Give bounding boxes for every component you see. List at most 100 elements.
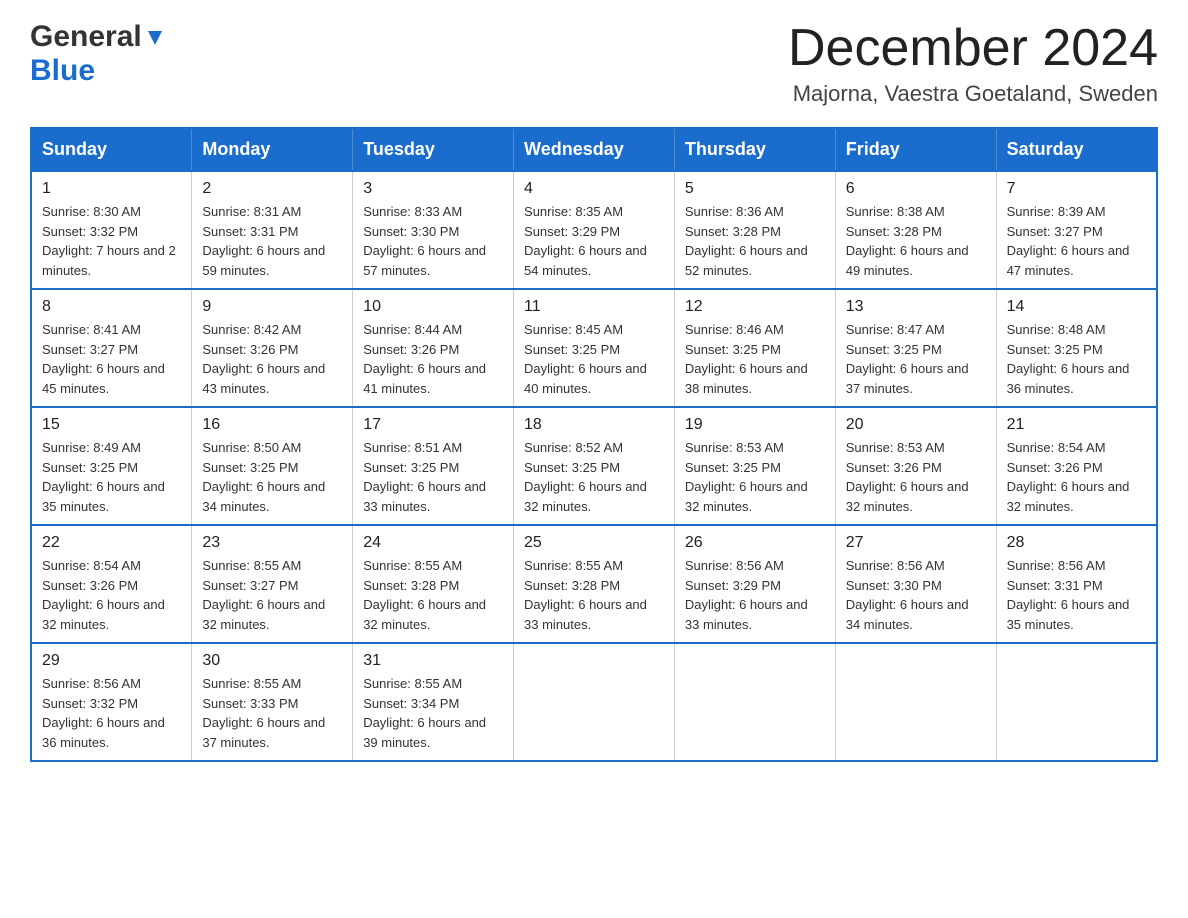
day-info: Sunrise: 8:50 AMSunset: 3:25 PMDaylight:… [202,438,342,516]
day-number: 17 [363,416,503,434]
day-number: 27 [846,534,986,552]
day-info: Sunrise: 8:38 AMSunset: 3:28 PMDaylight:… [846,202,986,280]
day-cell [835,643,996,761]
header-friday: Friday [835,128,996,171]
day-info: Sunrise: 8:49 AMSunset: 3:25 PMDaylight:… [42,438,181,516]
day-number: 12 [685,298,825,316]
day-cell: 1 Sunrise: 8:30 AMSunset: 3:32 PMDayligh… [31,171,192,289]
day-info: Sunrise: 8:51 AMSunset: 3:25 PMDaylight:… [363,438,503,516]
day-info: Sunrise: 8:55 AMSunset: 3:28 PMDaylight:… [363,556,503,634]
day-number: 28 [1007,534,1146,552]
day-info: Sunrise: 8:35 AMSunset: 3:29 PMDaylight:… [524,202,664,280]
logo-general-text: General [30,20,142,54]
day-number: 3 [363,180,503,198]
day-info: Sunrise: 8:55 AMSunset: 3:28 PMDaylight:… [524,556,664,634]
day-info: Sunrise: 8:30 AMSunset: 3:32 PMDaylight:… [42,202,181,280]
week-row-3: 15 Sunrise: 8:49 AMSunset: 3:25 PMDaylig… [31,407,1157,525]
day-info: Sunrise: 8:47 AMSunset: 3:25 PMDaylight:… [846,320,986,398]
day-info: Sunrise: 8:39 AMSunset: 3:27 PMDaylight:… [1007,202,1146,280]
day-cell: 25 Sunrise: 8:55 AMSunset: 3:28 PMDaylig… [514,525,675,643]
day-cell: 7 Sunrise: 8:39 AMSunset: 3:27 PMDayligh… [996,171,1157,289]
day-cell: 9 Sunrise: 8:42 AMSunset: 3:26 PMDayligh… [192,289,353,407]
day-cell [514,643,675,761]
day-number: 22 [42,534,181,552]
day-info: Sunrise: 8:56 AMSunset: 3:32 PMDaylight:… [42,674,181,752]
logo-triangle-icon [144,27,166,49]
day-number: 20 [846,416,986,434]
day-info: Sunrise: 8:55 AMSunset: 3:33 PMDaylight:… [202,674,342,752]
week-row-1: 1 Sunrise: 8:30 AMSunset: 3:32 PMDayligh… [31,171,1157,289]
day-number: 26 [685,534,825,552]
week-row-4: 22 Sunrise: 8:54 AMSunset: 3:26 PMDaylig… [31,525,1157,643]
title-area: December 2024 Majorna, Vaestra Goetaland… [788,20,1158,107]
day-info: Sunrise: 8:52 AMSunset: 3:25 PMDaylight:… [524,438,664,516]
day-info: Sunrise: 8:55 AMSunset: 3:27 PMDaylight:… [202,556,342,634]
day-cell: 14 Sunrise: 8:48 AMSunset: 3:25 PMDaylig… [996,289,1157,407]
day-info: Sunrise: 8:44 AMSunset: 3:26 PMDaylight:… [363,320,503,398]
day-cell: 17 Sunrise: 8:51 AMSunset: 3:25 PMDaylig… [353,407,514,525]
day-info: Sunrise: 8:56 AMSunset: 3:30 PMDaylight:… [846,556,986,634]
day-number: 15 [42,416,181,434]
day-info: Sunrise: 8:31 AMSunset: 3:31 PMDaylight:… [202,202,342,280]
day-info: Sunrise: 8:41 AMSunset: 3:27 PMDaylight:… [42,320,181,398]
day-number: 16 [202,416,342,434]
day-cell: 11 Sunrise: 8:45 AMSunset: 3:25 PMDaylig… [514,289,675,407]
day-cell: 24 Sunrise: 8:55 AMSunset: 3:28 PMDaylig… [353,525,514,643]
day-cell: 10 Sunrise: 8:44 AMSunset: 3:26 PMDaylig… [353,289,514,407]
page-header: General Blue December 2024 Majorna, Vaes… [30,20,1158,107]
day-info: Sunrise: 8:56 AMSunset: 3:29 PMDaylight:… [685,556,825,634]
day-number: 18 [524,416,664,434]
day-number: 13 [846,298,986,316]
day-number: 19 [685,416,825,434]
day-info: Sunrise: 8:46 AMSunset: 3:25 PMDaylight:… [685,320,825,398]
day-cell [996,643,1157,761]
calendar-header-row: SundayMondayTuesdayWednesdayThursdayFrid… [31,128,1157,171]
day-cell: 15 Sunrise: 8:49 AMSunset: 3:25 PMDaylig… [31,407,192,525]
day-cell: 4 Sunrise: 8:35 AMSunset: 3:29 PMDayligh… [514,171,675,289]
day-number: 5 [685,180,825,198]
header-wednesday: Wednesday [514,128,675,171]
day-cell: 22 Sunrise: 8:54 AMSunset: 3:26 PMDaylig… [31,525,192,643]
logo-blue-text: Blue [30,54,95,87]
day-cell: 2 Sunrise: 8:31 AMSunset: 3:31 PMDayligh… [192,171,353,289]
week-row-2: 8 Sunrise: 8:41 AMSunset: 3:27 PMDayligh… [31,289,1157,407]
day-cell: 27 Sunrise: 8:56 AMSunset: 3:30 PMDaylig… [835,525,996,643]
day-cell: 26 Sunrise: 8:56 AMSunset: 3:29 PMDaylig… [674,525,835,643]
day-number: 6 [846,180,986,198]
location-title: Majorna, Vaestra Goetaland, Sweden [788,81,1158,107]
day-cell: 8 Sunrise: 8:41 AMSunset: 3:27 PMDayligh… [31,289,192,407]
day-cell: 12 Sunrise: 8:46 AMSunset: 3:25 PMDaylig… [674,289,835,407]
day-number: 2 [202,180,342,198]
day-cell: 21 Sunrise: 8:54 AMSunset: 3:26 PMDaylig… [996,407,1157,525]
day-number: 31 [363,652,503,670]
day-cell: 13 Sunrise: 8:47 AMSunset: 3:25 PMDaylig… [835,289,996,407]
day-info: Sunrise: 8:56 AMSunset: 3:31 PMDaylight:… [1007,556,1146,634]
day-cell: 3 Sunrise: 8:33 AMSunset: 3:30 PMDayligh… [353,171,514,289]
day-number: 29 [42,652,181,670]
header-sunday: Sunday [31,128,192,171]
day-number: 30 [202,652,342,670]
logo: General Blue [30,20,166,88]
day-cell: 20 Sunrise: 8:53 AMSunset: 3:26 PMDaylig… [835,407,996,525]
day-number: 25 [524,534,664,552]
day-info: Sunrise: 8:45 AMSunset: 3:25 PMDaylight:… [524,320,664,398]
day-cell: 16 Sunrise: 8:50 AMSunset: 3:25 PMDaylig… [192,407,353,525]
day-info: Sunrise: 8:48 AMSunset: 3:25 PMDaylight:… [1007,320,1146,398]
day-info: Sunrise: 8:53 AMSunset: 3:26 PMDaylight:… [846,438,986,516]
calendar-table: SundayMondayTuesdayWednesdayThursdayFrid… [30,127,1158,762]
day-number: 21 [1007,416,1146,434]
header-tuesday: Tuesday [353,128,514,171]
day-cell: 30 Sunrise: 8:55 AMSunset: 3:33 PMDaylig… [192,643,353,761]
header-monday: Monday [192,128,353,171]
day-cell: 28 Sunrise: 8:56 AMSunset: 3:31 PMDaylig… [996,525,1157,643]
day-number: 10 [363,298,503,316]
day-info: Sunrise: 8:33 AMSunset: 3:30 PMDaylight:… [363,202,503,280]
day-cell: 6 Sunrise: 8:38 AMSunset: 3:28 PMDayligh… [835,171,996,289]
day-cell [674,643,835,761]
day-cell: 5 Sunrise: 8:36 AMSunset: 3:28 PMDayligh… [674,171,835,289]
day-number: 24 [363,534,503,552]
day-info: Sunrise: 8:54 AMSunset: 3:26 PMDaylight:… [1007,438,1146,516]
day-number: 9 [202,298,342,316]
day-info: Sunrise: 8:54 AMSunset: 3:26 PMDaylight:… [42,556,181,634]
day-info: Sunrise: 8:55 AMSunset: 3:34 PMDaylight:… [363,674,503,752]
